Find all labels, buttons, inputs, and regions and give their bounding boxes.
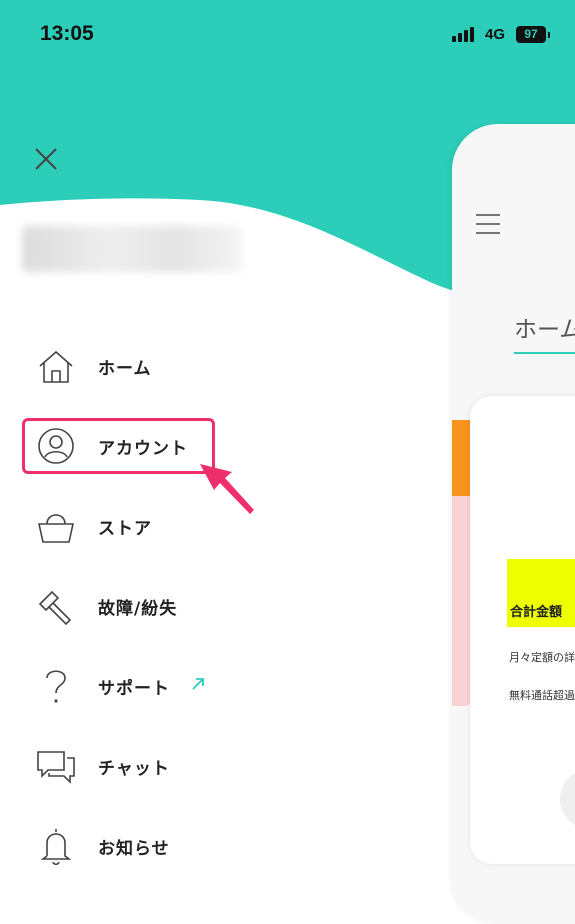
close-icon[interactable] [30, 143, 62, 175]
menu-item-home[interactable]: ホーム [0, 334, 440, 394]
preview-total-box: 合計金額 [507, 559, 575, 627]
menu-item-chat[interactable]: チャット [0, 734, 440, 794]
preview-total-label: 合計金額 [510, 605, 563, 620]
menu-item-support[interactable]: サポート [0, 654, 440, 714]
preview-card [470, 396, 575, 864]
hammer-icon [38, 590, 72, 626]
home-icon [39, 350, 73, 383]
menu-item-label: お知らせ [98, 839, 170, 859]
menu-item-news[interactable]: お知らせ [0, 814, 440, 874]
account-highlight-box [22, 418, 215, 474]
signal-icon [452, 27, 474, 42]
status-time: 13:05 [40, 22, 94, 45]
preview-line-1: 月々定額の詳 [509, 651, 575, 664]
basket-icon [38, 514, 74, 543]
battery-icon: 97 [516, 26, 550, 43]
chat-icon [37, 751, 75, 784]
hamburger-menu-icon [476, 214, 500, 241]
pointer-arrow [200, 464, 254, 514]
menu-item-label: チャット [98, 759, 170, 779]
preview-tab-underline [514, 352, 575, 354]
bell-icon [40, 829, 72, 866]
menu-item-label: サポート [98, 679, 170, 699]
user-name-blurred [22, 226, 242, 272]
menu-item-label: 故障/紛失 [98, 599, 178, 619]
menu-item-breakdown-loss[interactable]: 故障/紛失 [0, 574, 440, 634]
question-icon [46, 670, 66, 703]
external-link-icon [192, 678, 204, 690]
network-type: 4G [485, 26, 506, 43]
status-bar: 13:05 4G 97 [0, 0, 575, 70]
preview-title: ホーム [514, 317, 575, 343]
main-screen-preview[interactable]: ホーム 合計金額 月々定額の詳 無料通話超過 [452, 124, 575, 924]
preview-line-2: 無料通話超過 [509, 689, 575, 702]
menu-item-label: ストア [98, 519, 152, 539]
menu-item-label: ホーム [98, 359, 152, 379]
